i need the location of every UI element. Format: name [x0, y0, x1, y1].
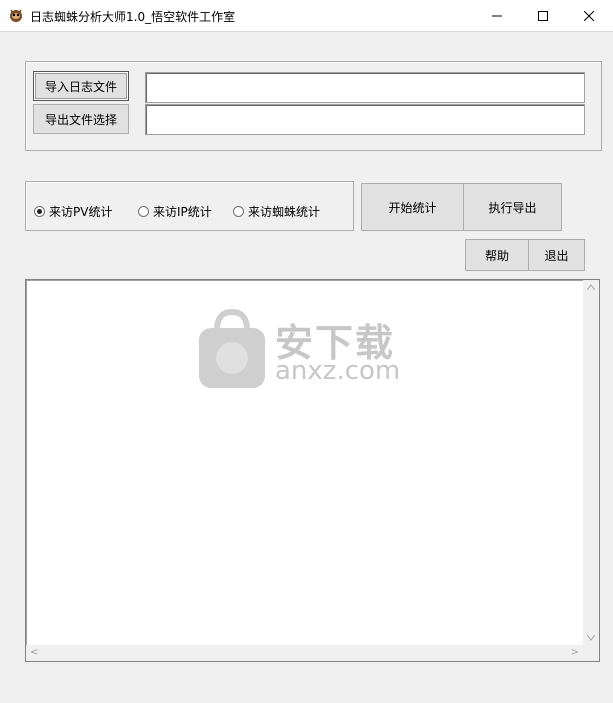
import-log-button[interactable]: 导入日志文件	[33, 71, 129, 101]
exit-button[interactable]: 退出	[528, 239, 585, 271]
watermark: 安下载 anxz.com	[195, 308, 425, 400]
window-title: 日志蜘蛛分析大师1.0_悟空软件工作室	[30, 10, 236, 24]
close-button[interactable]	[566, 0, 612, 31]
watermark-domain: anxz.com	[275, 356, 401, 386]
vertical-scrollbar[interactable]	[583, 280, 599, 645]
scroll-up-icon	[587, 284, 595, 290]
minimize-icon	[492, 15, 502, 16]
import-path-input[interactable]	[146, 73, 584, 102]
scroll-corner	[583, 645, 599, 661]
radio-dot	[138, 206, 149, 217]
export-file-button[interactable]: 导出文件选择	[33, 104, 129, 134]
help-button[interactable]: 帮助	[465, 239, 529, 271]
scroll-right-icon: >	[570, 647, 579, 658]
shopping-bag-icon	[199, 308, 265, 388]
radio-pv-label: 来访PV统计	[49, 205, 113, 219]
radio-ip-label: 来访IP统计	[153, 205, 212, 219]
radio-dot	[233, 206, 244, 217]
radio-ip-stats[interactable]: 来访IP统计	[138, 203, 212, 220]
scroll-left-icon: <	[30, 647, 39, 658]
export-path-input[interactable]	[146, 105, 584, 134]
app-window: 日志蜘蛛分析大师1.0_悟空软件工作室 导入日志文件 导出文件选择 来访PV统计…	[0, 0, 613, 703]
radio-spider-label: 来访蜘蛛统计	[248, 205, 321, 219]
radio-spider-stats[interactable]: 来访蜘蛛统计	[233, 203, 320, 220]
horizontal-scrollbar[interactable]: < >	[26, 645, 583, 661]
radio-pv-stats[interactable]: 来访PV统计	[34, 203, 112, 220]
minimize-button[interactable]	[474, 0, 520, 31]
radio-dot-selected	[34, 206, 45, 217]
run-export-button[interactable]: 执行导出	[463, 183, 562, 231]
maximize-icon	[538, 10, 548, 21]
close-icon	[584, 10, 594, 21]
maximize-button[interactable]	[520, 0, 566, 31]
start-stats-button[interactable]: 开始统计	[361, 183, 464, 231]
export-path-field[interactable]	[145, 104, 585, 135]
import-path-field[interactable]	[145, 72, 585, 103]
title-bar[interactable]: 日志蜘蛛分析大师1.0_悟空软件工作室	[0, 0, 613, 32]
spider-app-icon	[10, 9, 22, 22]
scroll-down-icon	[587, 635, 595, 641]
